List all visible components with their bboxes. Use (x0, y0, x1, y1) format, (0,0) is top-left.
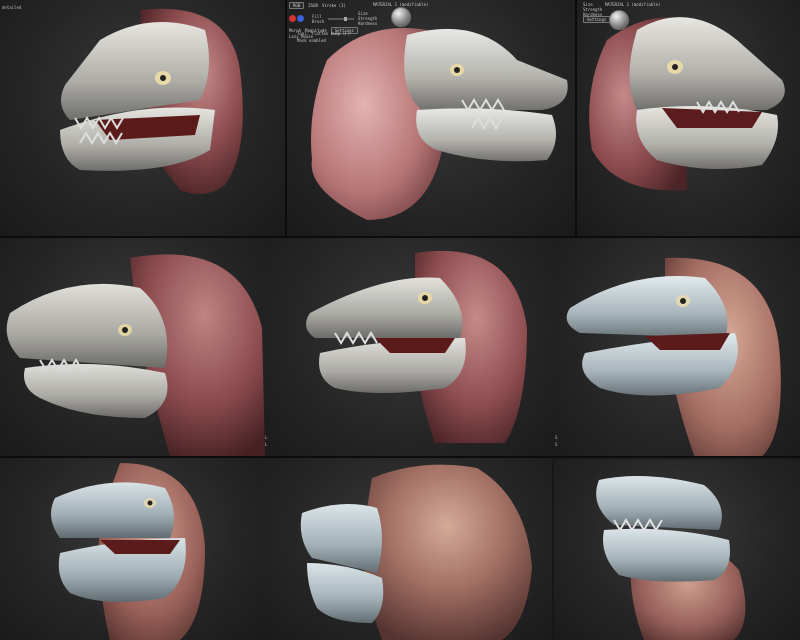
material-ball-icon-3[interactable] (609, 10, 629, 30)
creature-sculpt-5 (306, 250, 527, 443)
intensity-slider[interactable] (328, 16, 355, 21)
separator (0, 456, 800, 458)
creature-sculpt-1 (60, 8, 243, 194)
render-panel-2: RGB ZSUB Stroke (1) Fill Brush Size Stre… (287, 0, 575, 236)
material-label-3: MATERIAL 1 (modifiable) (605, 2, 661, 7)
render-panel-4 (0, 238, 265, 456)
hardness-label[interactable]: Hardness (358, 21, 377, 26)
creature-sculpt-8 (300, 464, 532, 640)
render-panel-3: Size Strength Hardness Settings MATERIAL… (577, 0, 800, 236)
render-panel-7 (0, 458, 262, 640)
rgb-tab[interactable]: RGB (289, 2, 305, 9)
zsub-label[interactable]: ZSUB (308, 3, 318, 8)
sculpt-render-grid: detailed RGB ZSUB Stroke (1) Fill Brush … (0, 0, 800, 640)
creature-sculpt-3 (589, 17, 785, 191)
render-panel-9 (554, 460, 800, 640)
brush-label: Brush (312, 18, 325, 24)
stroke-label[interactable]: Stroke (1) (322, 3, 346, 8)
primary-color-swatch[interactable] (289, 15, 296, 22)
mask-status-line: Mask enabled (297, 38, 326, 43)
separator (575, 0, 577, 236)
creature-sculpt-4 (6, 254, 265, 456)
tool-status: Tool: flatten bump (F) Mask enabled (297, 30, 350, 44)
render-panel-8 (262, 458, 552, 640)
creature-sculpt-7 (51, 463, 205, 640)
creature-sculpt-9 (596, 476, 746, 640)
separator (285, 0, 287, 236)
render-panel-6: S S (555, 238, 800, 468)
material-label-wrap-3: MATERIAL 1 (modifiable) (605, 2, 660, 7)
creature-sculpt-6 (566, 257, 781, 458)
side-mark: L (265, 435, 268, 440)
separator (0, 236, 800, 238)
material-ball-icon[interactable] (391, 7, 411, 27)
side-mark: S (555, 435, 558, 440)
settings-button-3[interactable]: Settings (583, 16, 611, 23)
side-marks: L L (265, 434, 267, 448)
tool-status-line: Tool: flatten bump (F) (297, 31, 350, 36)
render-panel-1: detailed (0, 0, 285, 236)
side-mark: L (265, 442, 268, 447)
side-marks-6: S S (555, 434, 557, 448)
render-panel-5: L L (265, 238, 555, 463)
side-mark: S (555, 442, 558, 447)
secondary-color-swatch[interactable] (297, 15, 304, 22)
